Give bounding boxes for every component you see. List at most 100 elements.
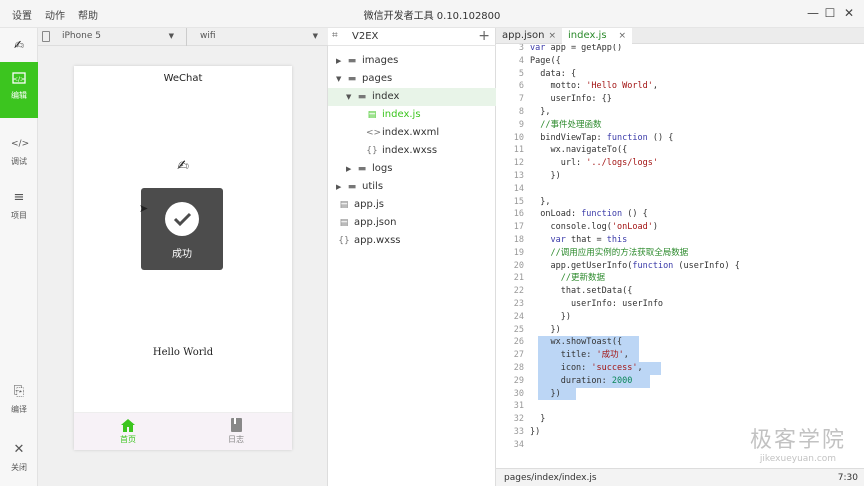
tab-index-js[interactable]: index.js × bbox=[562, 28, 632, 44]
tree-file-index-js[interactable]: ▤ index.js bbox=[328, 106, 496, 124]
code-line: 14 bbox=[496, 183, 864, 196]
maximize-icon[interactable]: ☐ bbox=[823, 6, 837, 20]
code-line: 31 bbox=[496, 400, 864, 413]
tree-folder-images[interactable]: ▶ ▬ images bbox=[328, 52, 496, 70]
divider bbox=[186, 28, 187, 46]
tree-folder-utils[interactable]: ▶ ▬ utils bbox=[328, 178, 496, 196]
line-number: 15 bbox=[513, 196, 524, 207]
close-icon: ✕ bbox=[13, 442, 25, 457]
tab-home[interactable]: 首页 bbox=[98, 417, 158, 445]
line-number: 33 bbox=[513, 427, 524, 437]
minimize-icon[interactable]: — bbox=[806, 6, 820, 20]
home-icon bbox=[120, 417, 136, 433]
chevron-down-icon: ▼ bbox=[168, 32, 174, 40]
code-line: 4 Page({ bbox=[496, 55, 864, 68]
tree-label: app.json bbox=[354, 217, 397, 228]
code-text: var that = this bbox=[550, 235, 628, 245]
tree-label: app.wxss bbox=[354, 235, 401, 246]
code-area[interactable]: 3 var app = getApp() 4 Page({5 data: {6 mot… bbox=[496, 44, 864, 469]
code-text: userInfo: userInfo bbox=[530, 299, 664, 309]
line-number: 30 bbox=[513, 388, 524, 399]
tab-app-json[interactable]: app.json × bbox=[496, 28, 562, 44]
tree-label: index.js bbox=[382, 109, 421, 120]
code-line: 6 motto: 'Hello World', bbox=[496, 80, 864, 93]
network-select[interactable]: wifi ▼ bbox=[200, 29, 324, 44]
line-number: 6 bbox=[518, 81, 524, 92]
tree-folder-logs[interactable]: ▶ ▬ logs bbox=[328, 160, 496, 178]
sidebar-item-close[interactable]: ✕ 关闭 bbox=[0, 434, 38, 490]
sidebar-item-debug[interactable]: </> 调试 bbox=[0, 128, 38, 184]
tree-folder-pages[interactable]: ▼ ▬ pages bbox=[328, 70, 496, 88]
folder-icon: ▬ bbox=[357, 164, 367, 174]
sidebar-item-compile[interactable]: ⎘ 编译 bbox=[0, 376, 38, 432]
code-text: console.log('onLoad') bbox=[530, 222, 658, 233]
toast: 成功 bbox=[141, 188, 223, 270]
chevron-right-icon: ▶ bbox=[346, 165, 352, 173]
tree-folder-index[interactable]: ▼ ▬ index bbox=[328, 88, 496, 106]
code-text: bindViewTap: function () { bbox=[530, 132, 674, 143]
file-tree: ⌗ V2EX + ▶ ▬ images ▼ ▬ pages ▼ ▬ index ▤ index… bbox=[328, 28, 496, 486]
line-number: 8 bbox=[518, 107, 524, 117]
file-tree-header: ⌗ V2EX + bbox=[328, 28, 496, 46]
line-number: 19 bbox=[513, 247, 524, 258]
code-line: 25 }) bbox=[496, 324, 864, 337]
close-tab-icon[interactable]: × bbox=[548, 28, 556, 44]
folder-open-icon: ▬ bbox=[347, 74, 357, 84]
code-text: icon: 'success', bbox=[530, 363, 643, 373]
code-text: //调用应用实例的方法获取全局数据 bbox=[530, 247, 689, 258]
close-window-icon[interactable]: ✕ bbox=[842, 6, 856, 20]
code-text: }, bbox=[530, 107, 551, 117]
code-text: onLoad: function () { bbox=[530, 209, 648, 220]
code-line: 5 data: { bbox=[496, 68, 864, 81]
code-text: }) bbox=[530, 388, 561, 399]
compile-icon: ⎘ bbox=[13, 384, 25, 399]
line-number: 5 bbox=[518, 68, 524, 79]
line-number: 25 bbox=[513, 324, 524, 335]
code-text: }, bbox=[530, 196, 551, 207]
line-number: 13 bbox=[513, 171, 524, 181]
user-avatar-image: ✍ bbox=[177, 158, 189, 174]
code-line: 3 var app = getApp() bbox=[496, 44, 864, 55]
js-file-icon: ▤ bbox=[367, 110, 377, 120]
sidebar-item-project[interactable]: ≡ 项目 bbox=[0, 182, 38, 238]
watermark-url: jikexueyuan.com bbox=[759, 454, 837, 464]
code-line: 20 app.getUserInfo(function (userInfo) { bbox=[496, 260, 864, 273]
tab-logs[interactable]: 日志 bbox=[206, 417, 266, 445]
code-line: 7 userInfo: {} bbox=[496, 93, 864, 106]
device-select[interactable]: iPhone 5 ▼ bbox=[62, 29, 180, 44]
chevron-right-icon: ▶ bbox=[336, 183, 342, 191]
add-file-icon[interactable]: + bbox=[478, 28, 490, 44]
sidebar-item-edit[interactable]: </> 编辑 bbox=[0, 62, 38, 118]
code-line: 11 wx.navigateTo({ bbox=[496, 144, 864, 157]
js-file-icon: ▤ bbox=[339, 200, 349, 210]
code-line: 13 }) bbox=[496, 170, 864, 183]
cursor-position: 7:30 bbox=[837, 473, 858, 483]
code-text: }) bbox=[530, 311, 571, 322]
code-line: 17 console.log('onLoad') bbox=[496, 221, 864, 234]
tab-label: app.json bbox=[502, 30, 545, 41]
tree-file-index-wxss[interactable]: {} index.wxss bbox=[328, 142, 496, 160]
line-number: 29 bbox=[513, 375, 524, 386]
tree-file-app-wxss[interactable]: {} app.wxss bbox=[328, 232, 496, 250]
code-text: } bbox=[530, 414, 546, 425]
mouse-cursor-icon: ➤ bbox=[139, 202, 149, 215]
tree-label: index.wxss bbox=[382, 145, 438, 156]
close-tab-icon[interactable]: × bbox=[618, 28, 626, 44]
code-text: //更新数据 bbox=[530, 273, 605, 284]
tree-file-app-js[interactable]: ▤ app.js bbox=[328, 196, 496, 214]
tree-label: utils bbox=[362, 181, 384, 192]
code-text: }) bbox=[530, 171, 561, 181]
sidebar-item-label: 编辑 bbox=[11, 91, 27, 100]
title-bar: 设置 动作 帮助 微信开发者工具 0.10.102800 — ☐ ✕ bbox=[0, 0, 864, 28]
tree-file-app-json[interactable]: ▤ app.json bbox=[328, 214, 496, 232]
code-text: motto: 'Hello World', bbox=[530, 81, 658, 92]
line-number: 21 bbox=[513, 273, 524, 284]
line-number: 11 bbox=[513, 145, 524, 156]
layout-icon[interactable]: ⌗ bbox=[332, 30, 338, 41]
sidebar-item-label: 编译 bbox=[11, 405, 27, 414]
code-line: 12 url: '../logs/logs' bbox=[496, 157, 864, 170]
line-number: 3 bbox=[518, 44, 524, 53]
tree-file-index-wxml[interactable]: <>index.wxml bbox=[328, 124, 496, 142]
avatar[interactable]: ✍ bbox=[9, 34, 29, 56]
code-text: wx.showToast({ bbox=[530, 337, 623, 348]
